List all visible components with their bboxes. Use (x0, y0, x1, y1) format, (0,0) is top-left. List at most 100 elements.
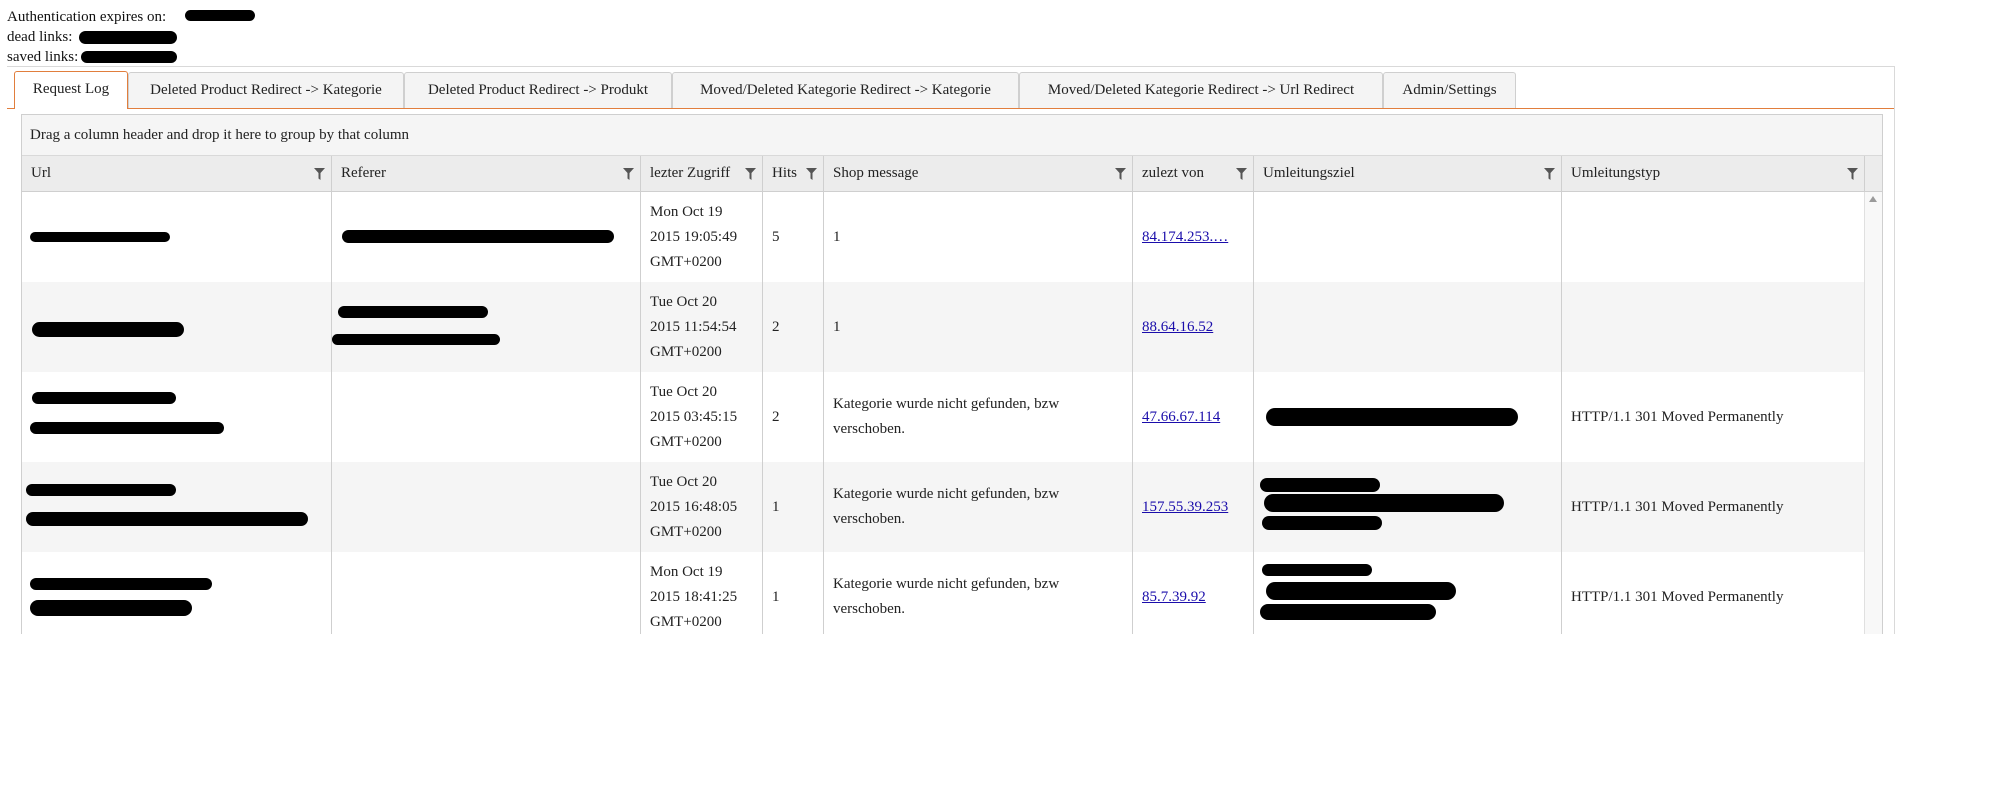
hits-cell: 2 (763, 282, 824, 372)
redaction (32, 392, 176, 404)
tab-deleted-product-produkt[interactable]: Deleted Product Redirect -> Produkt (404, 72, 672, 108)
filter-icon[interactable] (745, 168, 756, 180)
date-line: GMT+0200 (650, 253, 722, 270)
shop-message-cell: 1 (824, 282, 1133, 372)
tab-strip: Request Log Deleted Product Redirect -> … (7, 67, 1894, 109)
tab-moved-kategorie-url[interactable]: Moved/Deleted Kategorie Redirect -> Url … (1019, 72, 1383, 108)
grid-header: Url Referer lezter Zugriff Hits Shop mes… (22, 156, 1882, 192)
date-line: Tue Oct 20 (650, 383, 717, 400)
table-row[interactable]: Tue Oct 20 2015 11:54:54 GMT+0200 2 1 88.6… (22, 282, 1865, 372)
date-line: GMT+0200 (650, 433, 722, 450)
redaction (26, 484, 176, 496)
filter-icon[interactable] (1847, 168, 1858, 180)
redaction (342, 230, 614, 243)
grid-body: Mon Oct 19 2015 19:05:49 GMT+0200 5 1 84.1… (22, 192, 1882, 635)
shop-message-cell: Kategorie wurde nicht gefunden, bzw vers… (824, 552, 1133, 635)
referer-cell[interactable] (332, 282, 641, 372)
tab-request-log[interactable]: Request Log (14, 71, 128, 109)
redirect-type-cell (1562, 282, 1865, 372)
url-cell[interactable] (22, 372, 332, 462)
column-label: Shop message (833, 165, 919, 181)
column-header-url[interactable]: Url (22, 156, 332, 191)
last-access-cell: Tue Oct 20 2015 16:48:05 GMT+0200 (641, 462, 763, 552)
date-line: 2015 03:45:15 (650, 408, 738, 425)
shop-message-cell: Kategorie wurde nicht gefunden, bzw vers… (824, 372, 1133, 462)
dead-links-line: dead links: (7, 27, 177, 47)
redirect-type-cell (1562, 192, 1865, 282)
filter-icon[interactable] (806, 168, 817, 180)
auth-expiry-line: Authentication expires on: (7, 7, 255, 27)
tab-baseline (7, 108, 1894, 109)
hits-cell: 2 (763, 372, 824, 462)
column-label: Referer (341, 165, 386, 181)
last-from-cell: 85.7.39.92 (1133, 552, 1254, 635)
filter-icon[interactable] (1236, 168, 1247, 180)
tab-deleted-product-kategorie[interactable]: Deleted Product Redirect -> Kategorie (128, 72, 404, 108)
redaction (1264, 494, 1504, 512)
tab-admin-settings[interactable]: Admin/Settings (1383, 72, 1516, 108)
ip-link[interactable]: 88.64.16.52 (1142, 315, 1213, 340)
request-log-grid: Drag a column header and drop it here to… (21, 114, 1883, 636)
date-line: Tue Oct 20 (650, 293, 717, 310)
date-line: 2015 18:41:25 (650, 588, 738, 605)
shop-message-cell: Kategorie wurde nicht gefunden, bzw vers… (824, 462, 1133, 552)
column-header-last-from[interactable]: zulezt von (1133, 156, 1254, 191)
group-drop-zone[interactable]: Drag a column header and drop it here to… (22, 115, 1882, 156)
redaction (26, 512, 308, 526)
last-from-cell: 88.64.16.52 (1133, 282, 1254, 372)
column-label: Url (31, 165, 51, 181)
url-cell[interactable] (22, 552, 332, 635)
column-label: Umleitungstyp (1571, 165, 1661, 181)
date-line: 2015 19:05:49 (650, 228, 738, 245)
redirect-target-cell[interactable] (1254, 372, 1562, 462)
filter-icon[interactable] (1544, 168, 1555, 180)
column-header-redirect-target[interactable]: Umleitungsziel (1254, 156, 1562, 191)
last-from-cell: 84.174.253.… (1133, 192, 1254, 282)
redirect-type-cell: HTTP/1.1 301 Moved Permanently (1562, 552, 1865, 635)
column-header-shop-message[interactable]: Shop message (824, 156, 1133, 191)
ip-link[interactable]: 84.174.253.… (1142, 225, 1228, 250)
column-header-last-access[interactable]: lezter Zugriff (641, 156, 763, 191)
ip-link[interactable]: 157.55.39.253 (1142, 495, 1228, 520)
referer-cell[interactable] (332, 192, 641, 282)
scroll-up-icon[interactable] (1869, 196, 1877, 202)
column-header-hits[interactable]: Hits (763, 156, 824, 191)
redirect-target-cell[interactable] (1254, 462, 1562, 552)
ip-link[interactable]: 85.7.39.92 (1142, 585, 1206, 610)
url-cell[interactable] (22, 192, 332, 282)
filter-icon[interactable] (314, 168, 325, 180)
hits-cell: 1 (763, 552, 824, 635)
last-access-cell: Tue Oct 20 2015 03:45:15 GMT+0200 (641, 372, 763, 462)
table-row[interactable]: Tue Oct 20 2015 03:45:15 GMT+0200 2 Katego… (22, 372, 1865, 462)
date-line: 2015 16:48:05 (650, 498, 738, 515)
column-label: lezter Zugriff (650, 165, 731, 181)
last-from-cell: 157.55.39.253 (1133, 462, 1254, 552)
table-row[interactable]: Tue Oct 20 2015 16:48:05 GMT+0200 1 Katego… (22, 462, 1865, 552)
header-scroll-corner (1865, 156, 1882, 191)
filter-icon[interactable] (1115, 168, 1126, 180)
auth-info: Authentication expires on: dead links: s… (7, 7, 255, 67)
redaction (1262, 564, 1372, 576)
hits-cell: 5 (763, 192, 824, 282)
url-cell[interactable] (22, 282, 332, 372)
redaction (30, 578, 212, 590)
column-header-referer[interactable]: Referer (332, 156, 641, 191)
table-row[interactable]: Mon Oct 19 2015 18:41:25 GMT+0200 1 Katego… (22, 552, 1865, 635)
table-row[interactable]: Mon Oct 19 2015 19:05:49 GMT+0200 5 1 84.1… (22, 192, 1865, 282)
tab-moved-kategorie-kategorie[interactable]: Moved/Deleted Kategorie Redirect -> Kate… (672, 72, 1019, 108)
filter-icon[interactable] (623, 168, 634, 180)
date-line: GMT+0200 (650, 343, 722, 360)
referer-cell (332, 462, 641, 552)
column-label: Hits (772, 165, 798, 181)
url-cell[interactable] (22, 462, 332, 552)
redirect-target-cell[interactable] (1254, 552, 1562, 635)
date-line: Mon Oct 19 (650, 203, 723, 220)
redaction (79, 31, 177, 44)
date-line: GMT+0200 (650, 613, 722, 630)
page-blank-area (0, 634, 2000, 810)
last-from-cell: 47.66.67.114 (1133, 372, 1254, 462)
vertical-scrollbar[interactable] (1864, 192, 1882, 635)
ip-link[interactable]: 47.66.67.114 (1142, 405, 1220, 430)
column-header-redirect-type[interactable]: Umleitungstyp (1562, 156, 1865, 191)
shop-message-cell: 1 (824, 192, 1133, 282)
